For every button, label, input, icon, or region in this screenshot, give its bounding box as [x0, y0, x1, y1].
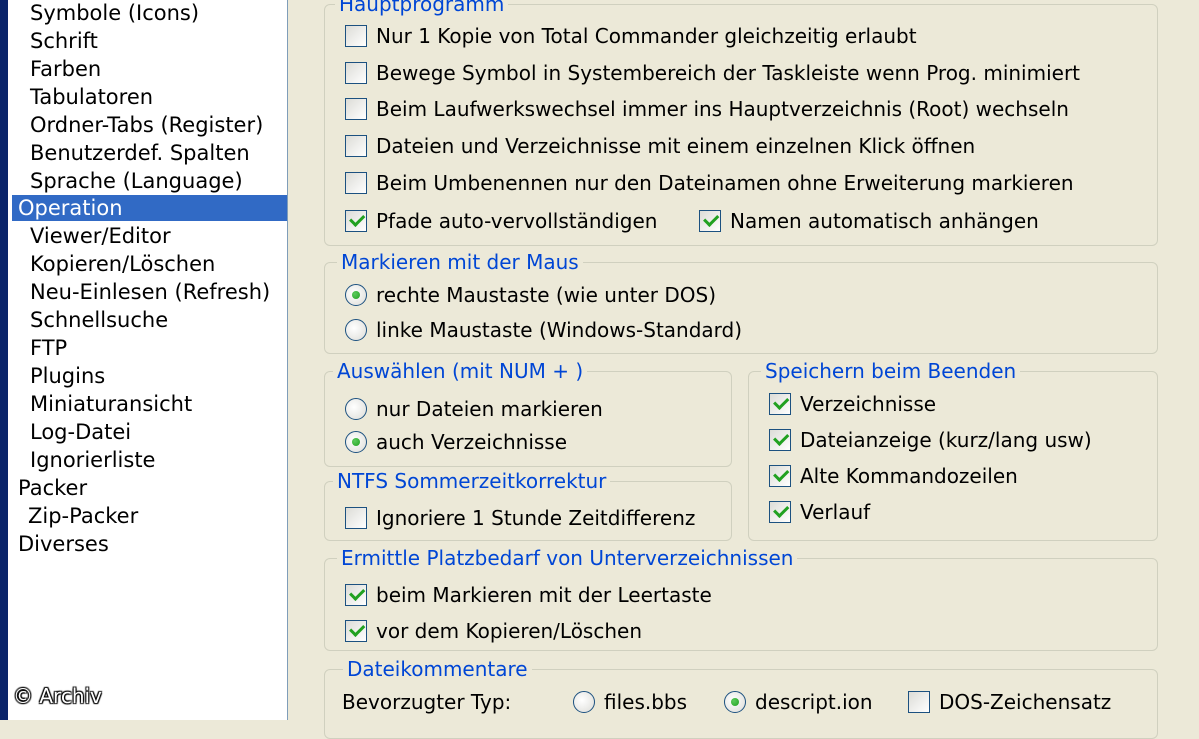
checkbox-alte-kommandozeilen[interactable]: Alte Kommandozeilen [769, 462, 1018, 490]
radio-nur-dateien[interactable]: nur Dateien markieren [345, 395, 603, 423]
radio-label: descript.ion [755, 690, 873, 714]
checkbox-box[interactable] [769, 429, 791, 451]
tree-item-miniaturansicht[interactable]: Miniaturansicht [30, 391, 192, 417]
tree-item-ordner-tabs[interactable]: Ordner-Tabs (Register) [30, 112, 263, 138]
tree-item-tabulatoren[interactable]: Tabulatoren [30, 84, 153, 110]
checkbox-label: Beim Umbenennen nur den Dateinamen ohne … [376, 171, 1074, 195]
radio-button[interactable] [345, 431, 367, 453]
checkbox-box[interactable] [699, 210, 721, 232]
checkbox-box[interactable] [908, 691, 930, 713]
group-title-hauptprogramm: Hauptprogramm [335, 0, 509, 17]
radio-auch-verzeichnisse[interactable]: auch Verzeichnisse [345, 428, 567, 456]
radio-label: rechte Maustaste (wie unter DOS) [376, 283, 716, 307]
checkbox-vor-kopieren[interactable]: vor dem Kopieren/Löschen [345, 617, 642, 645]
radio-button[interactable] [345, 319, 367, 341]
radio-files-bbs[interactable]: files.bbs [573, 688, 687, 716]
radio-label: linke Maustaste (Windows-Standard) [376, 318, 743, 342]
window-left-edge [0, 0, 8, 720]
radio-label: nur Dateien markieren [376, 397, 603, 421]
checkbox-box[interactable] [345, 25, 367, 47]
splitter [288, 0, 296, 720]
tree-item-schrift[interactable]: Schrift [30, 28, 98, 54]
checkbox-box[interactable] [345, 620, 367, 642]
radio-label: files.bbs [604, 690, 688, 714]
checkbox-box[interactable] [769, 393, 791, 415]
checkbox-label: Pfade auto-vervollständigen [376, 209, 658, 233]
tree-item-ignorierliste[interactable]: Ignorierliste [30, 447, 155, 473]
group-title-speichern: Speichern beim Beenden [761, 358, 1021, 384]
checkbox-nur-eine-kopie[interactable]: Nur 1 Kopie von Total Commander gleichze… [345, 22, 917, 50]
checkbox-box[interactable] [345, 210, 367, 232]
checkbox-label: Verzeichnisse [800, 392, 937, 416]
checkbox-label: Dateianzeige (kurz/lang usw) [800, 428, 1092, 452]
checkbox-label: Beim Laufwerkswechsel immer ins Hauptver… [376, 97, 1069, 121]
tree-item-schnellsuche[interactable]: Schnellsuche [30, 307, 168, 333]
radio-descript-ion[interactable]: descript.ion [724, 688, 873, 716]
tree-item-ftp[interactable]: FTP [30, 335, 67, 361]
checkbox-box[interactable] [345, 172, 367, 194]
checkbox-label: Nur 1 Kopie von Total Commander gleichze… [376, 24, 917, 48]
checkbox-label: Bewege Symbol in Systembereich der Taskl… [376, 61, 1081, 85]
tree-item-log-datei[interactable]: Log-Datei [30, 419, 131, 445]
radio-button[interactable] [724, 691, 746, 713]
radio-label: auch Verzeichnisse [376, 430, 568, 454]
tree-item-viewer-editor[interactable]: Viewer/Editor [30, 223, 171, 249]
radio-rechte-maustaste[interactable]: rechte Maustaste (wie unter DOS) [345, 281, 716, 309]
tree-item-spalten[interactable]: Benutzerdef. Spalten [30, 140, 250, 166]
tree-item-zip-packer[interactable]: Zip-Packer [28, 503, 138, 529]
group-title-auswaehlen: Auswählen (mit NUM + ) [333, 358, 588, 384]
checkbox-box[interactable] [345, 62, 367, 84]
checkbox-umbenennen-ohne-erweiterung[interactable]: Beim Umbenennen nur den Dateinamen ohne … [345, 169, 1074, 197]
checkbox-box[interactable] [345, 98, 367, 120]
radio-linke-maustaste[interactable]: linke Maustaste (Windows-Standard) [345, 316, 742, 344]
tree-item-plugins[interactable]: Plugins [30, 363, 105, 389]
checkbox-laufwerkswechsel-root[interactable]: Beim Laufwerkswechsel immer ins Hauptver… [345, 95, 1069, 123]
radio-button[interactable] [345, 398, 367, 420]
tree-item-kopieren[interactable]: Kopieren/Löschen [30, 251, 215, 277]
checkbox-label: Dateien und Verzeichnisse mit einem einz… [376, 134, 976, 158]
checkbox-box[interactable] [345, 507, 367, 529]
checkbox-label: Alte Kommandozeilen [800, 464, 1018, 488]
radio-button[interactable] [345, 284, 367, 306]
checkbox-box[interactable] [769, 501, 791, 523]
checkbox-label: beim Markieren mit der Leertaste [376, 583, 712, 607]
checkbox-pfade-auto[interactable]: Pfade auto-vervollständigen [345, 207, 657, 235]
group-title-ntfs: NTFS Sommerzeitkorrektur [333, 468, 611, 494]
tree-item-refresh[interactable]: Neu-Einlesen (Refresh) [30, 279, 270, 305]
checkbox-verzeichnisse[interactable]: Verzeichnisse [769, 390, 936, 418]
tree-item-operation[interactable]: Operation [12, 195, 287, 221]
tree-item-diverses[interactable]: Diverses [18, 531, 109, 557]
checkbox-label: Ignoriere 1 Stunde Zeitdifferenz [376, 506, 696, 530]
group-title-dateikommentare: Dateikommentare [343, 656, 532, 682]
label-text: Bevorzugter Typ: [342, 690, 512, 714]
checkbox-label: Namen automatisch anhängen [730, 209, 1039, 233]
checkbox-dateianzeige[interactable]: Dateianzeige (kurz/lang usw) [769, 426, 1092, 454]
checkbox-box[interactable] [769, 465, 791, 487]
checkbox-box[interactable] [345, 135, 367, 157]
checkbox-markieren-leertaste[interactable]: beim Markieren mit der Leertaste [345, 581, 712, 609]
tree-item-packer[interactable]: Packer [18, 475, 87, 501]
checkbox-box[interactable] [345, 584, 367, 606]
checkbox-dos-zeichensatz[interactable]: DOS-Zeichensatz [908, 688, 1111, 716]
tree-item-farben[interactable]: Farben [30, 56, 101, 82]
tree-item-symbole[interactable]: Symbole (Icons) [30, 0, 199, 26]
settings-panel: Hauptprogramm Nur 1 Kopie von Total Comm… [296, 0, 1199, 739]
checkbox-label: Verlauf [800, 500, 871, 524]
label-bevorzugter-typ: Bevorzugter Typ: [342, 688, 511, 716]
tree-item-sprache[interactable]: Sprache (Language) [30, 168, 243, 194]
settings-tree[interactable]: Symbole (Icons) Schrift Farben Tabulator… [8, 0, 288, 720]
checkbox-symbol-systembereich[interactable]: Bewege Symbol in Systembereich der Taskl… [345, 59, 1080, 87]
radio-button[interactable] [573, 691, 595, 713]
checkbox-verlauf[interactable]: Verlauf [769, 498, 870, 526]
checkbox-namen-anhaengen[interactable]: Namen automatisch anhängen [699, 207, 1039, 235]
checkbox-einzelklick[interactable]: Dateien und Verzeichnisse mit einem einz… [345, 132, 975, 160]
group-title-markieren-maus: Markieren mit der Maus [337, 249, 583, 275]
checkbox-label: DOS-Zeichensatz [939, 690, 1112, 714]
copyright-watermark: © Archiv [13, 684, 102, 708]
group-title-platzbedarf: Ermittle Platzbedarf von Unterverzeichni… [337, 545, 798, 571]
checkbox-ignoriere-zeitdifferenz[interactable]: Ignoriere 1 Stunde Zeitdifferenz [345, 504, 695, 532]
checkbox-label: vor dem Kopieren/Löschen [376, 619, 643, 643]
